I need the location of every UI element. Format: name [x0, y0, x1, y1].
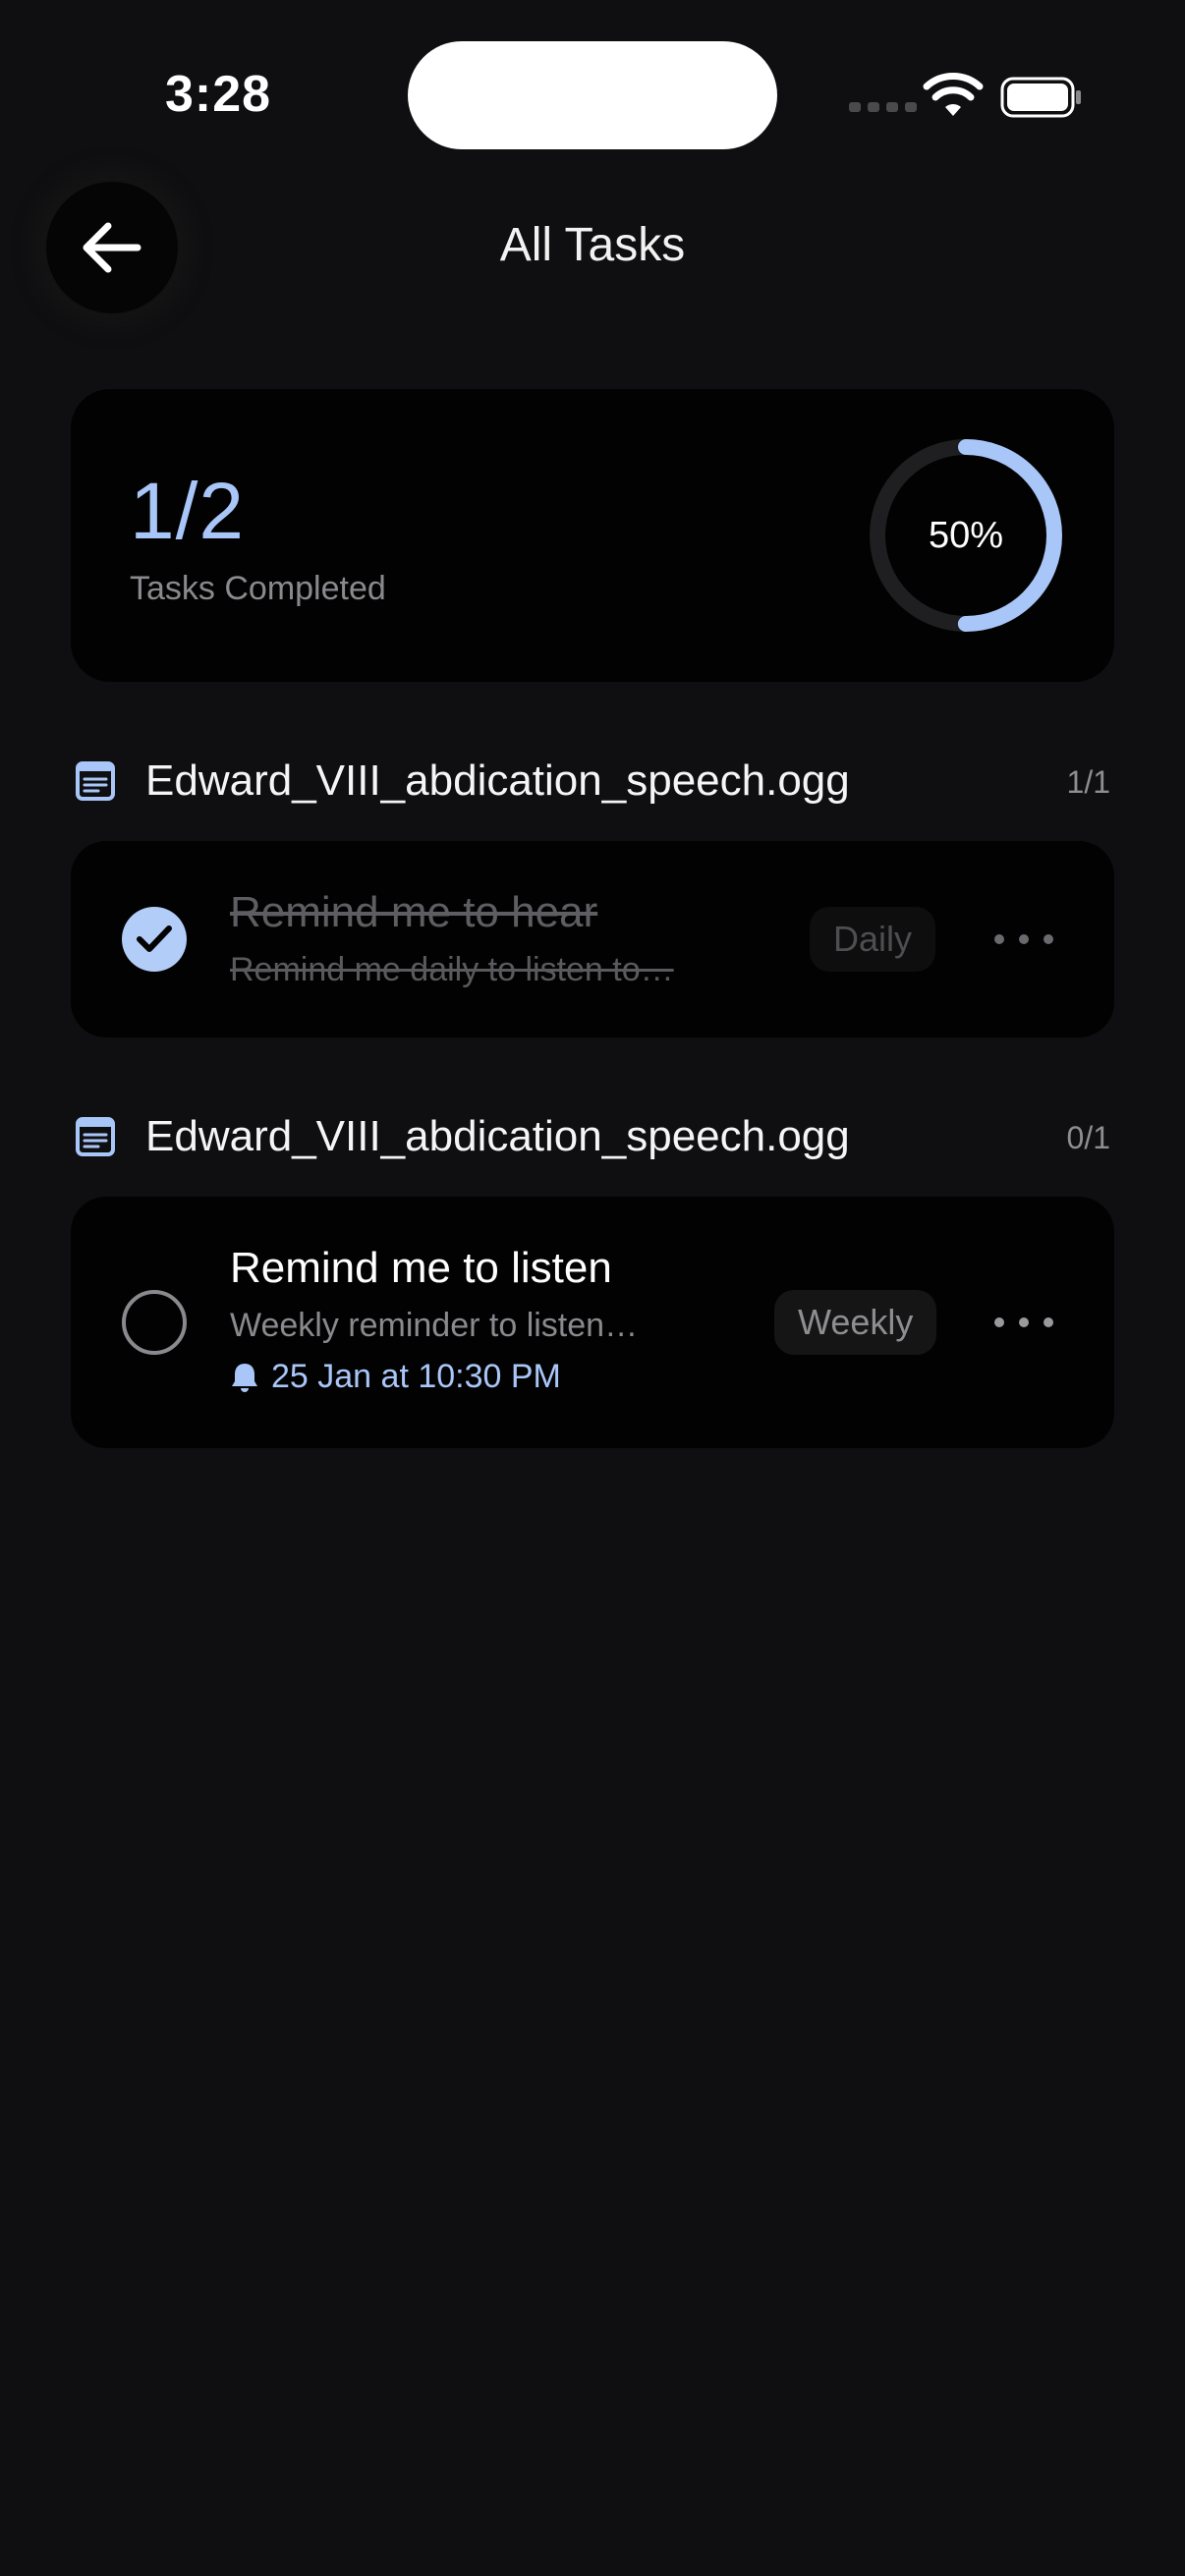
page-title: All Tasks [499, 219, 686, 271]
task-card[interactable]: Remind me to listen Weekly reminder to l… [71, 1197, 1114, 1448]
progress-percent: 50% [928, 514, 1004, 556]
bell-icon [232, 1363, 257, 1392]
checkmark-icon [137, 925, 172, 952]
task-checkbox-unchecked[interactable] [122, 1290, 187, 1355]
dynamic-island [408, 41, 777, 149]
cellular-signal-icon [849, 102, 917, 112]
task-checkbox-checked[interactable] [122, 907, 187, 972]
task-title: Remind me to listen [230, 1244, 612, 1292]
group-header[interactable]: Edward_VIII_abdication_speech.ogg 1/1 [71, 749, 1114, 808]
more-options-button[interactable] [994, 920, 1053, 959]
task-title: Remind me to hear [230, 888, 598, 936]
more-options-button[interactable] [994, 1303, 1053, 1342]
task-card[interactable]: Remind me to hear Remind me daily to lis… [71, 841, 1114, 1037]
screen: 3:28 All Tasks 1/2 Tasks Completed 50% E… [0, 0, 1185, 2576]
battery-icon [1000, 77, 1081, 118]
task-description: Weekly reminder to listen… [230, 1307, 639, 1344]
document-icon [76, 1117, 115, 1156]
wifi-icon [923, 73, 984, 116]
group-task-count: 0/1 [1066, 1120, 1110, 1155]
reminder-text: 25 Jan at 10:30 PM [271, 1358, 561, 1395]
task-description: Remind me daily to listen to… [230, 951, 674, 988]
group-header[interactable]: Edward_VIII_abdication_speech.ogg 0/1 [71, 1104, 1114, 1163]
document-icon [76, 761, 115, 801]
frequency-badge: Daily [810, 907, 936, 972]
completed-count: 1/2 [130, 467, 245, 556]
group-file-name: Edward_VIII_abdication_speech.ogg [145, 1112, 850, 1160]
group-file-name: Edward_VIII_abdication_speech.ogg [145, 756, 850, 805]
group-task-count: 1/1 [1066, 764, 1110, 800]
progress-summary-card: 1/2 Tasks Completed 50% [71, 389, 1114, 682]
completed-label: Tasks Completed [130, 570, 386, 607]
frequency-badge: Weekly [774, 1290, 937, 1355]
status-time: 3:28 [165, 66, 272, 123]
reminder-time: 25 Jan at 10:30 PM [230, 1358, 561, 1396]
